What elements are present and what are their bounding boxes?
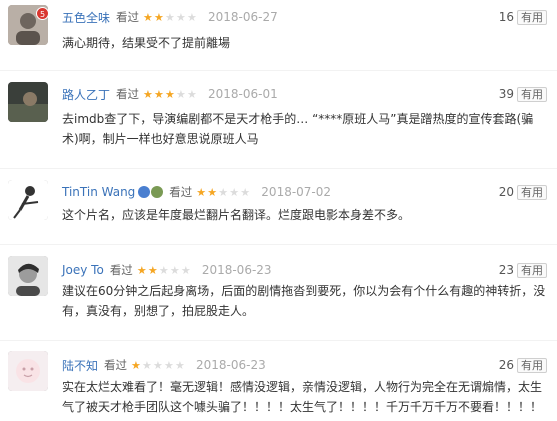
star-empty-icon: ★ bbox=[142, 358, 152, 372]
member-badge-icon bbox=[138, 186, 151, 198]
rating-stars: ★ ★ ★ ★ ★ bbox=[196, 187, 251, 198]
useful-button[interactable]: 有用 bbox=[517, 86, 547, 102]
star-filled-icon: ★ bbox=[136, 263, 147, 277]
star-filled-icon: ★ bbox=[154, 87, 164, 101]
rating-stars: ★ ★ ★ ★ ★ bbox=[131, 360, 186, 371]
star-empty-icon: ★ bbox=[187, 10, 197, 24]
comment-text: 满心期待，结果受不了提前離場 bbox=[62, 36, 231, 50]
member-badge-icon bbox=[151, 186, 164, 198]
watch-status: 看过 bbox=[109, 263, 133, 277]
username-link[interactable]: 五色全味 bbox=[62, 9, 110, 26]
star-empty-icon: ★ bbox=[187, 87, 197, 101]
useful-count: 20 bbox=[498, 185, 514, 199]
star-empty-icon: ★ bbox=[229, 185, 240, 199]
star-empty-icon: ★ bbox=[169, 263, 180, 277]
star-filled-icon: ★ bbox=[131, 358, 141, 372]
watch-status: 看过 bbox=[169, 185, 193, 199]
star-empty-icon: ★ bbox=[175, 358, 185, 372]
star-filled-icon: ★ bbox=[154, 10, 164, 24]
useful-count: 26 bbox=[498, 358, 514, 372]
username-link[interactable]: 路人乙丁 bbox=[62, 86, 110, 103]
comment-date: 2018-06-23 bbox=[201, 263, 272, 277]
avatar-notification-badge: 5 bbox=[36, 7, 49, 20]
divider bbox=[0, 168, 557, 169]
divider bbox=[0, 244, 557, 245]
useful-count: 16 bbox=[498, 10, 514, 24]
useful-count: 23 bbox=[498, 263, 514, 277]
avatar[interactable] bbox=[8, 256, 48, 296]
comment-date: 2018-06-01 bbox=[208, 87, 278, 101]
star-empty-icon: ★ bbox=[164, 358, 174, 372]
watch-status: 看过 bbox=[104, 358, 128, 372]
useful-button[interactable]: 有用 bbox=[517, 262, 547, 278]
avatar[interactable] bbox=[8, 82, 48, 122]
divider bbox=[0, 70, 557, 71]
comment-date: 2018-06-27 bbox=[208, 10, 278, 24]
comment-text: 去imdb查了下，导演编剧都不是天才枪手的… “****原班人马”真是蹭热度的宣… bbox=[62, 112, 534, 146]
username-link[interactable]: TinTin Wang bbox=[62, 185, 135, 199]
comment-date: 2018-07-02 bbox=[261, 185, 332, 199]
comment-text: 建议在60分钟之后起身离场，后面的剧情拖沓到要死，你以为会有个什么有趣的神转折，… bbox=[62, 284, 546, 318]
useful-button[interactable]: 有用 bbox=[517, 357, 547, 373]
star-empty-icon: ★ bbox=[218, 185, 229, 199]
avatar[interactable] bbox=[8, 351, 48, 391]
star-filled-icon: ★ bbox=[143, 87, 153, 101]
useful-button[interactable]: 有用 bbox=[517, 9, 547, 25]
star-empty-icon: ★ bbox=[176, 87, 186, 101]
watch-status: 看过 bbox=[116, 87, 140, 101]
divider bbox=[0, 340, 557, 341]
comment-text: 这个片名，应该是年度最烂翻片名翻译。烂度跟电影本身差不多。 bbox=[62, 208, 411, 222]
rating-stars: ★ ★ ★ ★ ★ bbox=[137, 265, 192, 276]
star-empty-icon: ★ bbox=[158, 263, 169, 277]
rating-stars: ★ ★ ★ ★ ★ bbox=[143, 12, 198, 23]
star-empty-icon: ★ bbox=[165, 10, 175, 24]
comment-text: 实在太烂太难看了！毫无逻辑！感情没逻辑，亲情没逻辑，人物行为完全在无谓煽情，太生… bbox=[62, 380, 543, 414]
comment-date: 2018-06-23 bbox=[196, 358, 266, 372]
star-empty-icon: ★ bbox=[180, 263, 191, 277]
star-filled-icon: ★ bbox=[147, 263, 158, 277]
star-filled-icon: ★ bbox=[196, 185, 207, 199]
useful-button[interactable]: 有用 bbox=[517, 184, 547, 200]
star-empty-icon: ★ bbox=[240, 185, 251, 199]
avatar[interactable] bbox=[8, 180, 48, 220]
star-filled-icon: ★ bbox=[207, 185, 218, 199]
star-filled-icon: ★ bbox=[143, 10, 153, 24]
star-empty-icon: ★ bbox=[153, 358, 163, 372]
username-link[interactable]: Joey To bbox=[62, 263, 104, 277]
star-empty-icon: ★ bbox=[176, 10, 186, 24]
star-filled-icon: ★ bbox=[165, 87, 175, 101]
rating-stars: ★ ★ ★ ★ ★ bbox=[143, 89, 198, 100]
username-link[interactable]: 陆不知 bbox=[62, 357, 98, 374]
useful-count: 39 bbox=[498, 87, 514, 101]
watch-status: 看过 bbox=[116, 10, 140, 24]
